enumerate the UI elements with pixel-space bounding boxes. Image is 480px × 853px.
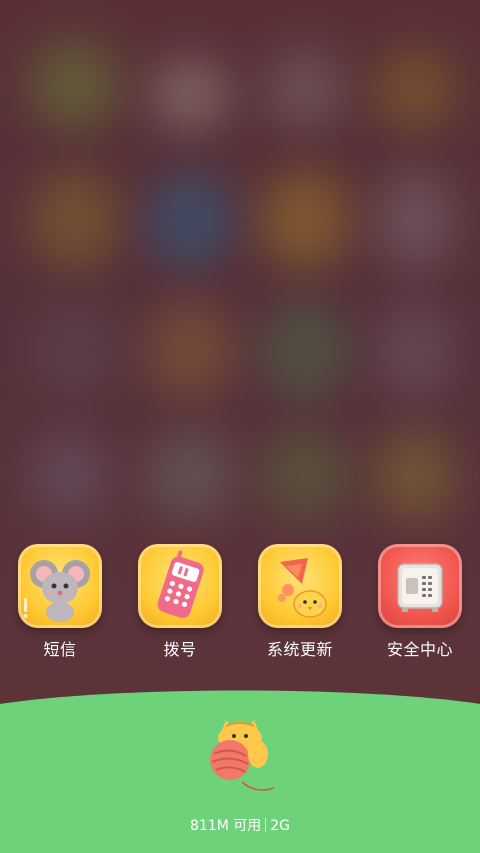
app-label-dialer: 拨号 — [163, 640, 197, 659]
mouse-sticker-icon[interactable] — [18, 544, 102, 628]
rocket-chick-icon[interactable] — [258, 544, 342, 628]
app-label-system-update: 系统更新 — [266, 640, 333, 659]
app-label-security-center: 安全中心 — [386, 640, 453, 659]
cat-yarn-mascot-icon[interactable] — [196, 708, 286, 798]
app-system-update[interactable]: 系统更新 — [248, 544, 352, 660]
app-sms[interactable]: 短信 — [8, 544, 112, 660]
divider — [265, 818, 267, 832]
safe-icon[interactable] — [378, 544, 462, 628]
memory-status[interactable]: 811M 可用 2G — [0, 815, 480, 835]
pink-phone-icon[interactable] — [138, 544, 222, 628]
app-dock: 短信 拨号 系统更新 安全中心 — [0, 540, 480, 680]
app-label-sms: 短信 — [43, 640, 77, 659]
app-security-center[interactable]: 安全中心 — [368, 544, 472, 660]
app-dialer[interactable]: 拨号 — [128, 544, 232, 660]
total-memory: 2G — [270, 818, 291, 834]
available-memory: 811M 可用 — [189, 818, 262, 834]
